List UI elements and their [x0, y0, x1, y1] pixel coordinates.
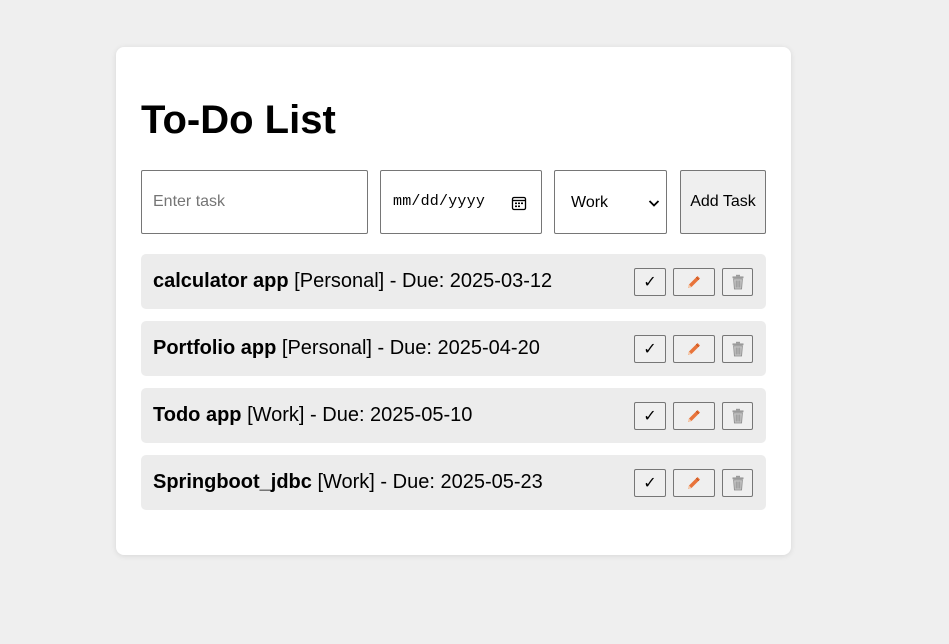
checkmark-icon: ✓	[643, 272, 657, 291]
delete-button[interactable]	[722, 335, 753, 363]
add-task-button[interactable]: Add Task	[680, 170, 766, 234]
task-name: Portfolio app	[153, 337, 277, 359]
task-text: Springboot_jdbc [Work] - Due: 2025-05-23	[153, 471, 543, 494]
complete-button[interactable]: ✓	[634, 268, 666, 296]
task-item: Portfolio app [Personal] - Due: 2025-04-…	[141, 321, 766, 376]
complete-button[interactable]: ✓	[634, 469, 666, 497]
task-name: calculator app	[153, 270, 289, 292]
edit-button[interactable]	[673, 402, 715, 430]
pencil-icon	[685, 340, 703, 358]
task-category: [Personal]	[294, 270, 385, 292]
task-text: Todo app [Work] - Due: 2025-05-10	[153, 404, 472, 427]
task-category: [Work]	[247, 404, 305, 426]
task-name: Todo app	[153, 404, 242, 426]
task-actions: ✓	[634, 469, 753, 497]
delete-button[interactable]	[722, 268, 753, 296]
task-actions: ✓	[634, 335, 753, 363]
task-actions: ✓	[634, 268, 753, 296]
calendar-icon[interactable]	[511, 195, 527, 211]
trash-icon	[731, 274, 745, 290]
chevron-down-icon	[648, 197, 660, 209]
task-category: [Work]	[317, 471, 375, 493]
complete-button[interactable]: ✓	[634, 402, 666, 430]
edit-button[interactable]	[673, 335, 715, 363]
trash-icon	[731, 341, 745, 357]
task-name: Springboot_jdbc	[153, 471, 312, 493]
date-placeholder: mm/dd/yyyy	[393, 193, 486, 210]
pencil-icon	[685, 407, 703, 425]
pencil-icon	[685, 273, 703, 291]
category-select[interactable]: Work	[554, 170, 667, 234]
task-item: Springboot_jdbc [Work] - Due: 2025-05-23…	[141, 455, 766, 510]
task-item: calculator app [Personal] - Due: 2025-03…	[141, 254, 766, 309]
task-due-date: - Due: 2025-03-12	[384, 270, 553, 292]
trash-icon	[731, 408, 745, 424]
task-input[interactable]	[141, 170, 368, 234]
due-date-input[interactable]: mm/dd/yyyy	[380, 170, 542, 234]
add-task-form: mm/dd/yyyy Work Add T	[141, 170, 766, 234]
category-selected-value: Work	[571, 194, 609, 211]
task-list: calculator app [Personal] - Due: 2025-03…	[141, 254, 766, 522]
edit-button[interactable]	[673, 268, 715, 296]
page-title: To-Do List	[141, 98, 336, 142]
task-item: Todo app [Work] - Due: 2025-05-10 ✓	[141, 388, 766, 443]
pencil-icon	[685, 474, 703, 492]
task-text: Portfolio app [Personal] - Due: 2025-04-…	[153, 337, 540, 360]
trash-icon	[731, 475, 745, 491]
edit-button[interactable]	[673, 469, 715, 497]
task-category: [Personal]	[281, 337, 372, 359]
checkmark-icon: ✓	[643, 339, 657, 358]
task-text: calculator app [Personal] - Due: 2025-03…	[153, 270, 552, 293]
checkmark-icon: ✓	[643, 406, 657, 425]
todo-card: To-Do List mm/dd/yyyy Work	[116, 47, 791, 555]
task-due-date: - Due: 2025-04-20	[371, 337, 540, 359]
delete-button[interactable]	[722, 402, 753, 430]
complete-button[interactable]: ✓	[634, 335, 666, 363]
delete-button[interactable]	[722, 469, 753, 497]
task-due-date: - Due: 2025-05-23	[374, 471, 543, 493]
task-due-date: - Due: 2025-05-10	[304, 404, 473, 426]
checkmark-icon: ✓	[643, 473, 657, 492]
task-actions: ✓	[634, 402, 753, 430]
